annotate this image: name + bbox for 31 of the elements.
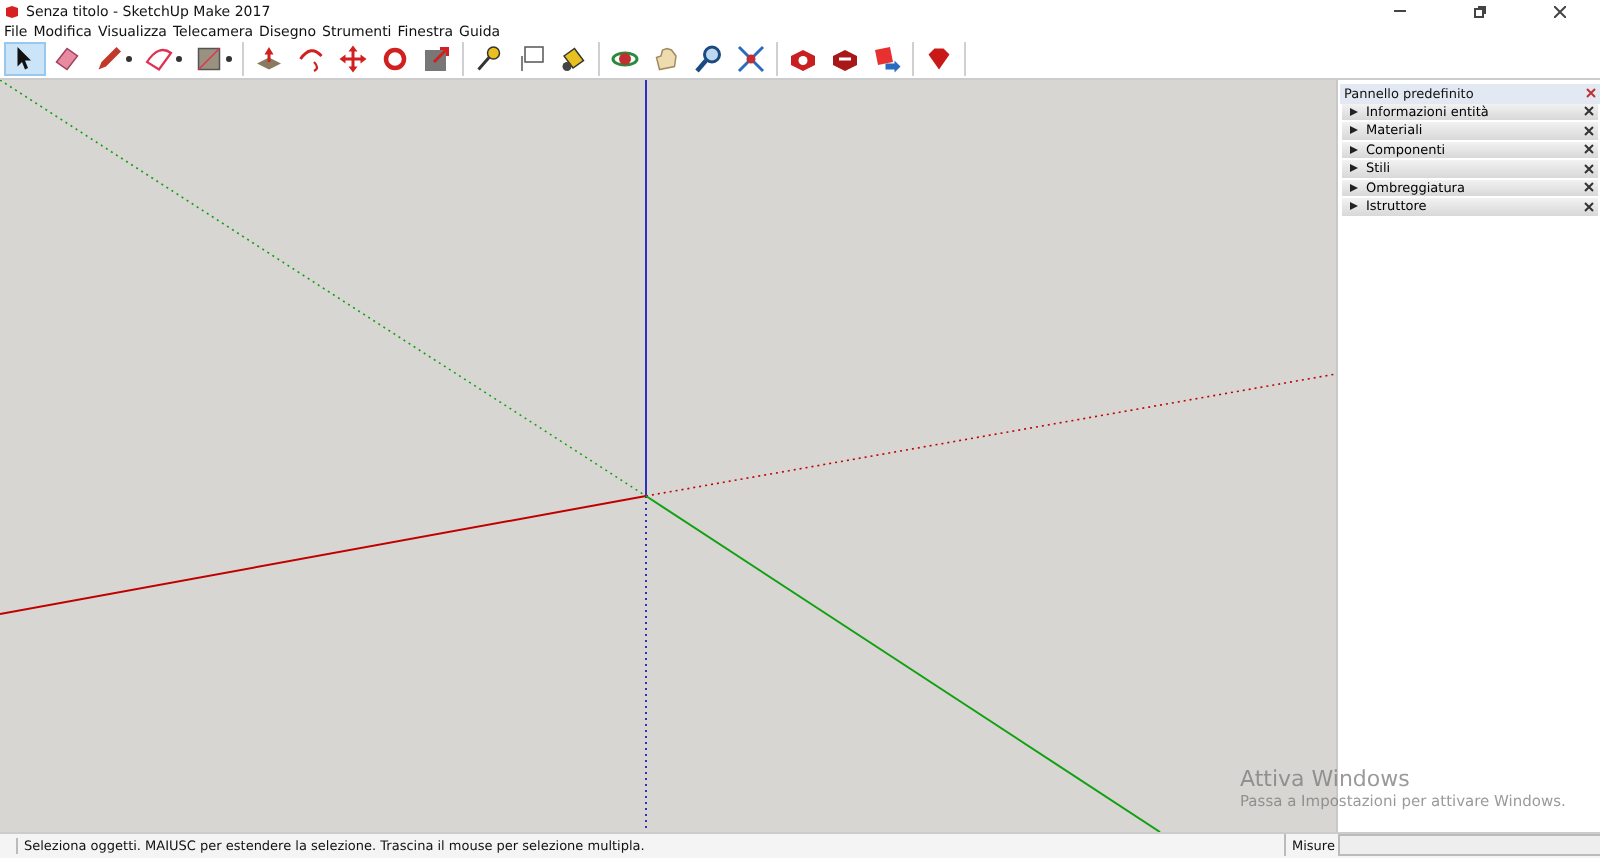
push-pull-icon [254,44,284,75]
scale-icon [422,44,452,75]
dropdown-dot-icon [226,56,232,63]
ruby-gem-icon [924,44,954,75]
measure-field[interactable] [1338,834,1600,857]
close-icon [1554,5,1566,17]
paint-bucket-icon [558,44,588,75]
close-icon [1584,182,1594,193]
rectangle-icon [194,44,224,75]
hand-icon [652,44,682,75]
close-icon [1584,125,1594,136]
close-icon [1584,201,1594,212]
tape-measure-icon [474,44,504,75]
close-icon [1584,106,1594,117]
pencil-icon [94,44,124,75]
dropdown-dot-icon [176,56,182,63]
close-icon[interactable] [1586,88,1596,99]
magnifier-icon [694,44,724,75]
arc-icon [144,44,174,75]
text-label-icon [516,44,546,75]
export-arrow-icon [872,44,902,75]
activation-title: Attiva Windows [1240,765,1412,792]
restore-icon [1474,5,1486,17]
move-arrows-icon [338,44,368,75]
minimize-icon [1394,10,1406,12]
eraser-icon [52,44,82,75]
dropdown-dot-icon [126,56,132,63]
tool-button[interactable] [4,42,46,77]
close-icon [1584,163,1594,174]
close-icon [1584,144,1594,155]
app-logo-icon [4,3,20,19]
